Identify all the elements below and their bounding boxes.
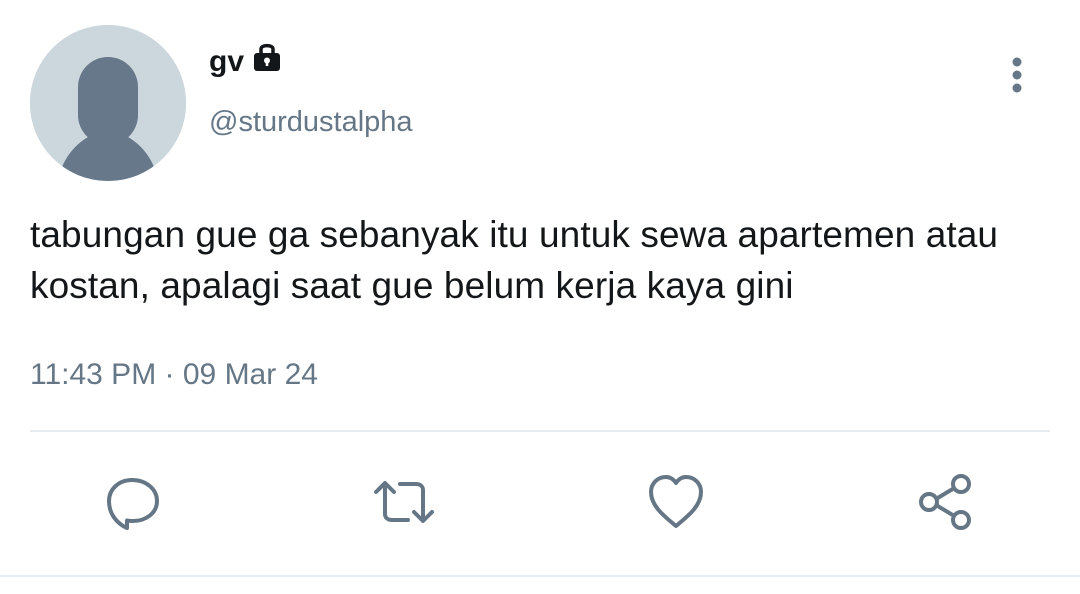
bottom-divider [0, 575, 1080, 577]
retweet-icon [374, 481, 434, 523]
heart-icon [649, 475, 703, 528]
tweet-date: 09 Mar 24 [182, 358, 318, 391]
timestamp-separator: · [156, 358, 183, 391]
more-vertical-icon [1012, 57, 1022, 93]
tweet-card: gv @sturdustalpha tabungan gue ga sebany… [0, 0, 1080, 594]
user-handle[interactable]: @sturdustalpha [209, 102, 413, 142]
tweet-text: tabungan gue ga sebanyak itu untuk sewa … [30, 214, 999, 306]
user-name-row: gv [209, 42, 284, 82]
comment-icon [107, 478, 159, 530]
default-avatar-icon [30, 25, 186, 181]
avatar[interactable] [30, 25, 186, 181]
lock-icon [250, 39, 284, 73]
share-button[interactable] [914, 470, 978, 534]
retweet-button[interactable] [372, 470, 436, 534]
share-icon [919, 474, 971, 530]
tweet-timestamp: 11:43 PM · 09 Mar 24 [30, 355, 318, 395]
like-button[interactable] [644, 470, 708, 534]
display-name[interactable]: gv [209, 42, 244, 82]
divider [30, 430, 1050, 432]
tweet-time: 11:43 PM [30, 358, 157, 391]
more-options-button[interactable] [996, 52, 1038, 98]
reply-button[interactable] [102, 470, 166, 534]
